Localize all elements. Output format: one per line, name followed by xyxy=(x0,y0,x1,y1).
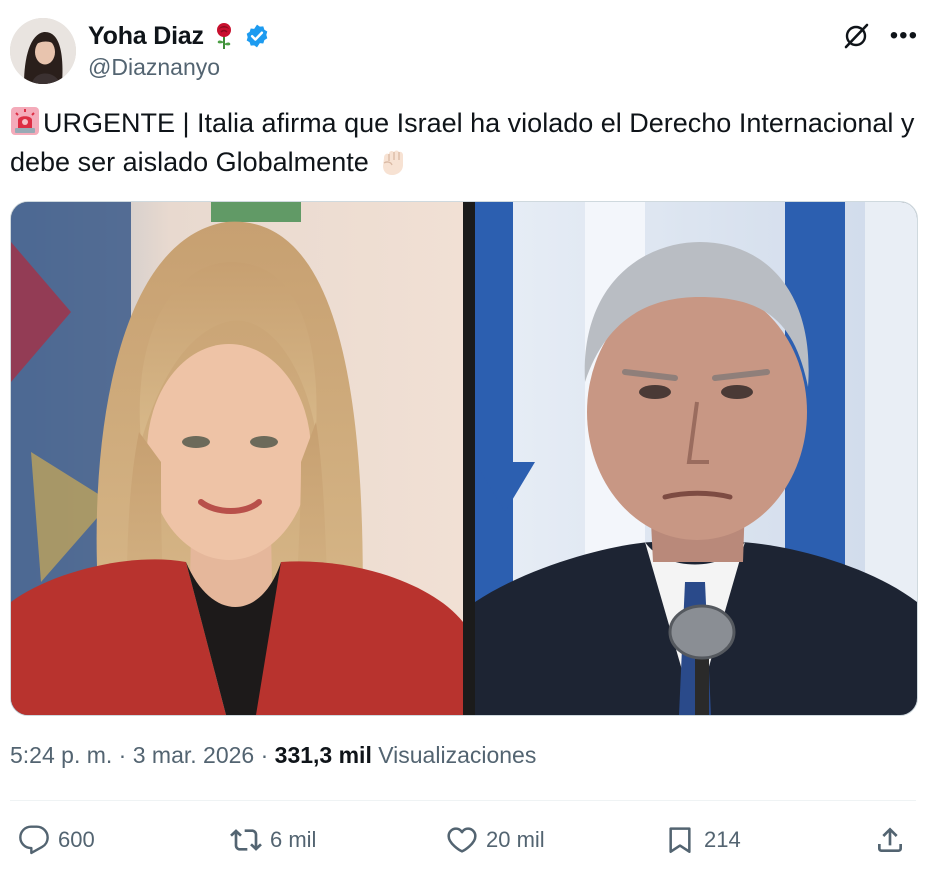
bookmark-button[interactable]: 214 xyxy=(664,818,741,862)
display-name[interactable]: Yoha Diaz xyxy=(88,22,204,51)
tweet-text-container: URGENTE | Italia afirma que Israel ha vi… xyxy=(10,104,922,182)
grok-icon[interactable] xyxy=(842,22,870,50)
reply-count: 600 xyxy=(58,827,95,852)
bookmark-icon xyxy=(669,827,691,853)
tweet-meta: 5:24 p. m. · 3 mar. 2026 · 331,3 mil Vis… xyxy=(10,742,536,769)
siren-emoji-icon xyxy=(10,106,40,136)
verified-badge-icon[interactable] xyxy=(244,23,270,49)
views-count: 331,3 mil xyxy=(274,742,372,768)
repost-button[interactable]: 6 mil xyxy=(230,818,316,862)
right-photo xyxy=(475,202,917,715)
author-name-row: Yoha Diaz xyxy=(88,20,270,52)
raised-fist-emoji-icon xyxy=(377,145,409,177)
tweet-top-actions: ••• xyxy=(842,22,918,50)
like-count: 20 mil xyxy=(486,827,545,852)
meta-separator: · xyxy=(118,742,127,768)
repost-count: 6 mil xyxy=(270,827,317,852)
divider xyxy=(10,800,916,801)
more-options-icon[interactable]: ••• xyxy=(890,24,918,48)
share-button[interactable] xyxy=(874,818,906,862)
tweet-media[interactable] xyxy=(10,201,918,716)
avatar[interactable] xyxy=(10,18,76,84)
repost-icon xyxy=(230,829,262,851)
author-handle[interactable]: @Diaznanyo xyxy=(88,54,220,81)
heart-icon xyxy=(447,827,477,853)
action-bar: 600 6 mil 20 mil 214 xyxy=(18,818,914,862)
tweet-text: URGENTE | Italia afirma que Israel ha vi… xyxy=(10,108,915,177)
tweet-time[interactable]: 5:24 p. m. xyxy=(10,742,112,768)
meta-separator: · xyxy=(260,742,269,768)
like-button[interactable]: 20 mil xyxy=(446,818,545,862)
reply-icon xyxy=(19,825,49,855)
views-label: Visualizaciones xyxy=(378,742,537,768)
share-icon xyxy=(878,827,902,852)
avatar-image xyxy=(10,18,76,84)
reply-button[interactable]: 600 xyxy=(18,818,95,862)
tweet-date[interactable]: 3 mar. 2026 xyxy=(133,742,254,768)
bookmark-count: 214 xyxy=(704,827,741,852)
rose-emoji-icon xyxy=(212,22,236,50)
left-photo xyxy=(11,202,463,715)
